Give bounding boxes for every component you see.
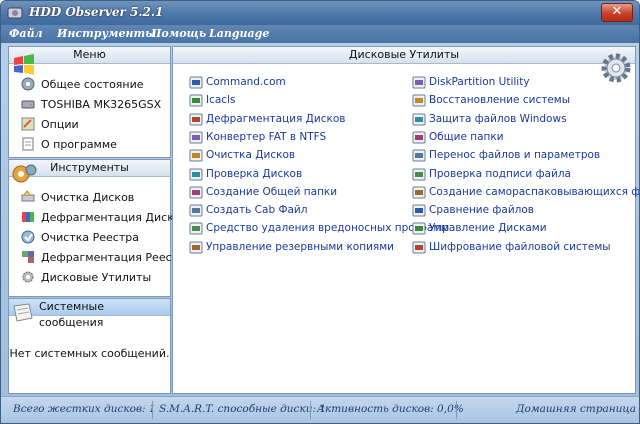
- right-utility-icon: [412, 168, 426, 180]
- left-utility-icon: [189, 113, 203, 126]
- left-utility-icon: [189, 149, 203, 162]
- menu-language[interactable]: Language: [209, 27, 269, 40]
- messages-text: Нет системных сообщений.: [9, 347, 170, 360]
- right-utility-icon: [412, 222, 426, 235]
- app-icon: [7, 7, 23, 19]
- windows-logo-icon: [14, 54, 34, 75]
- options-icon: [21, 117, 35, 131]
- disk-icon: [21, 100, 35, 109]
- menu-file[interactable]: Файл: [9, 27, 43, 40]
- status-bar: Всего жестких дисков: 1 S.M.A.R.T. спосо…: [1, 396, 639, 423]
- menu-panel: Меню Общее состояние TOSHIBA MK3265GSX О…: [8, 46, 171, 158]
- close-button[interactable]: ✕: [601, 3, 633, 22]
- disk-cleanup-icon: [21, 190, 35, 202]
- right-utility-icon: [412, 76, 426, 89]
- right-utility-icon: [412, 149, 426, 162]
- left-utility-icon: [189, 222, 203, 235]
- status-smart-disks: S.M.A.R.T. способные диски: 1: [159, 403, 327, 415]
- right-utility-icon: [412, 204, 426, 217]
- right-utility-icon: [412, 241, 426, 254]
- status-separator: [310, 401, 311, 419]
- status-separator: [152, 401, 153, 419]
- utilities-gear-icon: [601, 53, 631, 83]
- status-separator: [456, 401, 457, 419]
- tools-panel: Инструменты Очистка Дисков Дефрагментаци…: [8, 159, 192, 297]
- menu-bar: Файл Инструменты Помощь Language: [1, 25, 639, 43]
- defrag-icon: [22, 212, 34, 222]
- title-bar[interactable]: HDD Observer 5.2.1 ✕: [1, 1, 639, 25]
- left-utility-icon: [189, 186, 203, 199]
- menu-tools[interactable]: Инструменты: [57, 27, 156, 40]
- messages-icon: [13, 303, 33, 322]
- left-utility-icon: [189, 131, 203, 144]
- home-page-link[interactable]: Домашняя страница: [516, 403, 636, 415]
- right-utility-icon: [412, 186, 426, 199]
- window-title: HDD Observer 5.2.1: [29, 5, 164, 19]
- left-utility-icon: [189, 241, 203, 254]
- messages-panel: Системные сообщения Нет системных сообще…: [8, 298, 171, 394]
- right-utility-icon: [412, 113, 426, 126]
- left-utility-icon: [189, 168, 203, 180]
- disk-utilities-icon: [22, 271, 34, 283]
- registry-cleanup-icon: [21, 230, 35, 244]
- utilities-panel: Дисковые Утилиты Command.com Icacls Дефраг…: [172, 46, 639, 394]
- registry-defrag-icon: [22, 251, 34, 263]
- tools-gear-icon: [12, 164, 37, 183]
- status-total-disks: Всего жестких дисков: 1: [13, 403, 156, 415]
- menu-help[interactable]: Помощь: [151, 27, 206, 40]
- left-utility-icon: [189, 204, 203, 217]
- right-utility-icon: [412, 94, 426, 107]
- left-utility-icon: [189, 76, 203, 89]
- utilities-panel-title: Дисковые Утилиты: [173, 47, 635, 64]
- status-icon: [21, 77, 35, 91]
- about-icon: [22, 137, 34, 151]
- status-activity: Активность дисков: 0,0%: [317, 403, 464, 415]
- left-utility-icon: [189, 94, 203, 107]
- app-window: HDD Observer 5.2.1 ✕ Файл Инструменты По…: [0, 0, 640, 424]
- right-utility-icon: [412, 131, 426, 144]
